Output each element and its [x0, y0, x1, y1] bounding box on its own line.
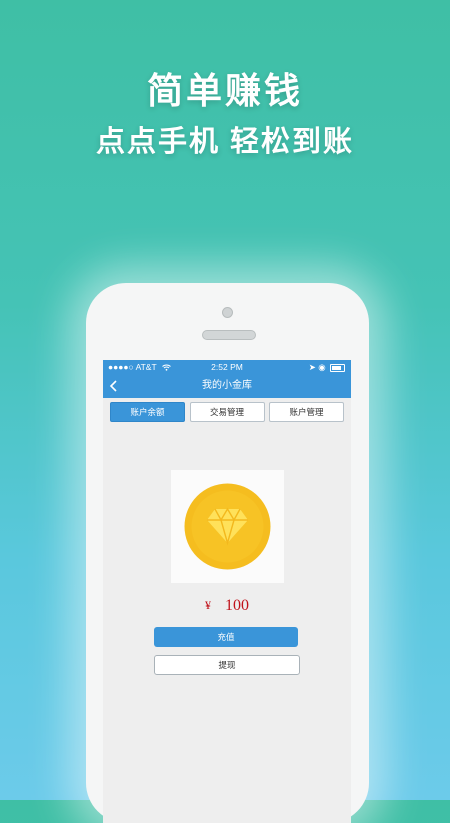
coin-image	[171, 470, 284, 583]
battery-icon	[330, 363, 345, 372]
balance-amount: ¥100	[103, 597, 351, 615]
page-title: 我的小金库	[202, 380, 252, 391]
withdraw-button[interactable]: 提现	[154, 655, 300, 675]
promo-title: 简单赚钱	[146, 70, 303, 111]
location-arrow-icon: ➤	[308, 362, 316, 372]
status-icons: ➤ ◉	[309, 360, 345, 374]
phone-screen: ●●●●○ AT&T 2:52 PM ➤ ◉ 我的小金库 账户余额 交易管理 账…	[103, 360, 351, 823]
currency-symbol: ¥	[205, 598, 211, 612]
recharge-button[interactable]: 充值	[154, 627, 298, 647]
tab-bar: 账户余额 交易管理 账户管理	[110, 402, 344, 422]
speaker-grille	[202, 330, 256, 340]
promo-subtitle: 点点手机 轻松到账	[95, 126, 355, 158]
tab-account-balance[interactable]: 账户余额	[110, 402, 185, 422]
camera-icon	[222, 307, 233, 318]
tab-account-management[interactable]: 账户管理	[269, 402, 344, 422]
tab-transaction-management[interactable]: 交易管理	[189, 402, 265, 422]
nav-bar: 我的小金库	[103, 374, 351, 398]
status-bar: ●●●●○ AT&T 2:52 PM ➤ ◉	[103, 360, 351, 374]
diamond-coin-icon	[184, 483, 271, 570]
amount-value: 100	[225, 597, 249, 614]
phone-frame: ●●●●○ AT&T 2:52 PM ➤ ◉ 我的小金库 账户余额 交易管理 账…	[86, 283, 369, 823]
alarm-icon: ◉	[318, 362, 326, 372]
